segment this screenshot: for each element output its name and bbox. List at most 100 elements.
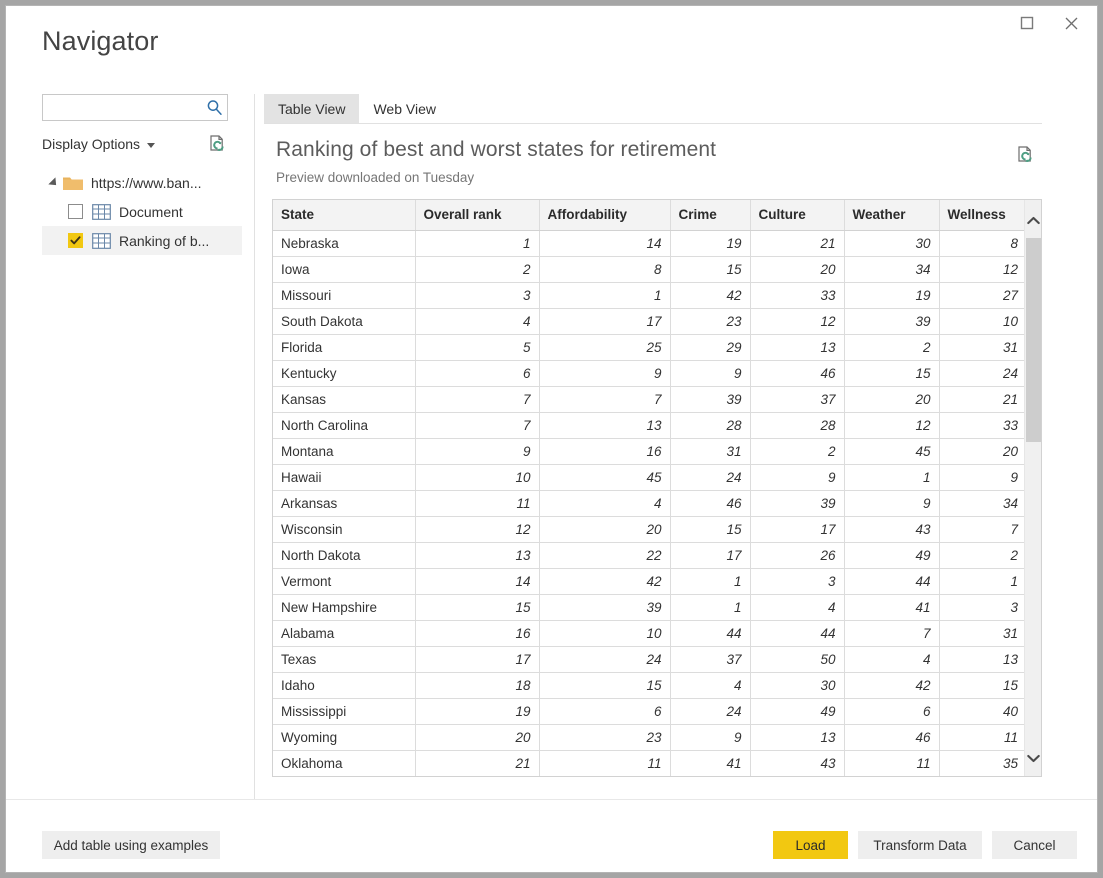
cell-state: Idaho [273,672,416,699]
column-header-culture[interactable]: Culture [750,200,845,231]
table-row[interactable]: Alabama 16 10 44 44 7 31 [273,620,1024,647]
cell-value: 3 [939,594,1024,621]
cell-value: 39 [539,594,671,621]
tab-table-view[interactable]: Table View [264,94,360,123]
cell-value: 17 [539,308,671,335]
table-row[interactable]: Missouri 3 1 42 33 19 27 [273,282,1024,309]
cell-value: 30 [844,230,940,257]
column-header-overall-rank[interactable]: Overall rank [415,200,540,231]
cell-value: 9 [415,438,540,465]
tab-label: Web View [373,100,436,117]
table-row[interactable]: Iowa 2 8 15 20 34 12 [273,256,1024,283]
search-box[interactable] [42,94,228,121]
table-row[interactable]: Arkansas 11 4 46 39 9 34 [273,490,1024,517]
cancel-button[interactable]: Cancel [992,831,1077,859]
tab-underline [264,123,1042,124]
column-header-crime[interactable]: Crime [670,200,751,231]
cell-value: 24 [939,360,1024,387]
cell-value: 17 [670,542,751,569]
scroll-up-button[interactable] [1025,208,1041,232]
table-row[interactable]: Florida 5 25 29 13 2 31 [273,334,1024,361]
column-header-weather[interactable]: Weather [844,200,940,231]
transform-data-button[interactable]: Transform Data [858,831,982,859]
cell-value: 8 [939,230,1024,257]
cell-value: 31 [939,620,1024,647]
display-options-button[interactable]: Display Options [42,136,156,152]
folder-icon [62,174,84,192]
table-row[interactable]: North Carolina 7 13 28 28 12 33 [273,412,1024,439]
cell-value: 49 [750,698,845,725]
table-body: Nebraska 1 14 19 21 30 8 Iowa 2 8 15 20 34 12 Missouri… [273,230,1024,776]
table-row[interactable]: New Hampshire 15 39 1 4 41 3 [273,594,1024,621]
cell-value: 11 [539,750,671,776]
preview-pane: Table View Web View Ranking of best and … [264,94,1042,799]
cell-value: 44 [670,620,751,647]
cell-value: 28 [670,412,751,439]
load-button[interactable]: Load [773,831,848,859]
column-header-wellness[interactable]: Wellness [939,200,1024,231]
scrollbar-thumb[interactable] [1026,238,1041,442]
column-header-affordability[interactable]: Affordability [539,200,671,231]
cell-value: 20 [539,516,671,543]
data-preview-table: State Overall rank Affordability Crime C… [272,199,1042,777]
search-input[interactable] [47,96,201,119]
cell-value: 16 [415,620,540,647]
tree-item-document[interactable]: Document [42,197,242,226]
cell-value: 23 [539,724,671,751]
column-header-state[interactable]: State [273,200,416,231]
maximize-button[interactable] [1005,8,1049,38]
table-row[interactable]: Kansas 7 7 39 37 20 21 [273,386,1024,413]
cell-value: 21 [750,230,845,257]
table-row[interactable]: Texas 17 24 37 50 4 13 [273,646,1024,673]
add-table-using-examples-button[interactable]: Add table using examples [42,831,220,859]
cell-value: 14 [539,230,671,257]
cell-value: 26 [750,542,845,569]
close-button[interactable] [1049,8,1093,38]
table-row[interactable]: Montana 9 16 31 2 45 20 [273,438,1024,465]
cell-value: 20 [750,256,845,283]
preview-refresh-document-icon[interactable] [1014,144,1036,166]
cell-value: 9 [844,490,940,517]
table-row[interactable]: Hawaii 10 45 24 9 1 9 [273,464,1024,491]
tree-item-label: Ranking of b... [119,232,210,249]
checkbox-ranking[interactable] [68,233,83,248]
cell-value: 24 [670,464,751,491]
expand-collapse-arrow-icon[interactable] [46,176,62,189]
cell-value: 7 [539,386,671,413]
search-icon[interactable] [201,95,227,120]
table-row[interactable]: Oklahoma 21 11 41 43 11 35 [273,750,1024,776]
cell-state: Vermont [273,568,416,595]
checkbox-document[interactable] [68,204,83,219]
cell-value: 6 [415,360,540,387]
cell-value: 46 [750,360,845,387]
table-vertical-scrollbar[interactable] [1024,200,1041,776]
navigation-pane: Display Options https://www.ban... Docum… [6,84,250,799]
table-row[interactable]: North Dakota 13 22 17 26 49 2 [273,542,1024,569]
table-row[interactable]: Wyoming 20 23 9 13 46 11 [273,724,1024,751]
tree-item-root[interactable]: https://www.ban... [42,168,242,197]
table-row[interactable]: Vermont 14 42 1 3 44 1 [273,568,1024,595]
cell-value: 2 [844,334,940,361]
tab-web-view[interactable]: Web View [359,94,450,123]
scroll-down-button[interactable] [1025,746,1041,770]
table-row[interactable]: Idaho 18 15 4 30 42 15 [273,672,1024,699]
tree-item-ranking[interactable]: Ranking of b... [42,226,242,255]
table-row[interactable]: Wisconsin 12 20 15 17 43 7 [273,516,1024,543]
cell-value: 25 [539,334,671,361]
cell-value: 17 [415,646,540,673]
table-row[interactable]: Kentucky 6 9 9 46 15 24 [273,360,1024,387]
cell-value: 20 [939,438,1024,465]
table-row[interactable]: Mississippi 19 6 24 49 6 40 [273,698,1024,725]
cell-state: Missouri [273,282,416,309]
cell-state: Kansas [273,386,416,413]
refresh-document-icon[interactable] [206,133,228,155]
cell-value: 45 [539,464,671,491]
cell-state: Iowa [273,256,416,283]
pane-divider[interactable] [254,94,255,799]
table-row[interactable]: Nebraska 1 14 19 21 30 8 [273,230,1024,257]
title-bar: Navigator [6,6,1097,84]
cell-state: Florida [273,334,416,361]
cell-value: 12 [939,256,1024,283]
cell-value: 19 [844,282,940,309]
table-row[interactable]: South Dakota 4 17 23 12 39 10 [273,308,1024,335]
